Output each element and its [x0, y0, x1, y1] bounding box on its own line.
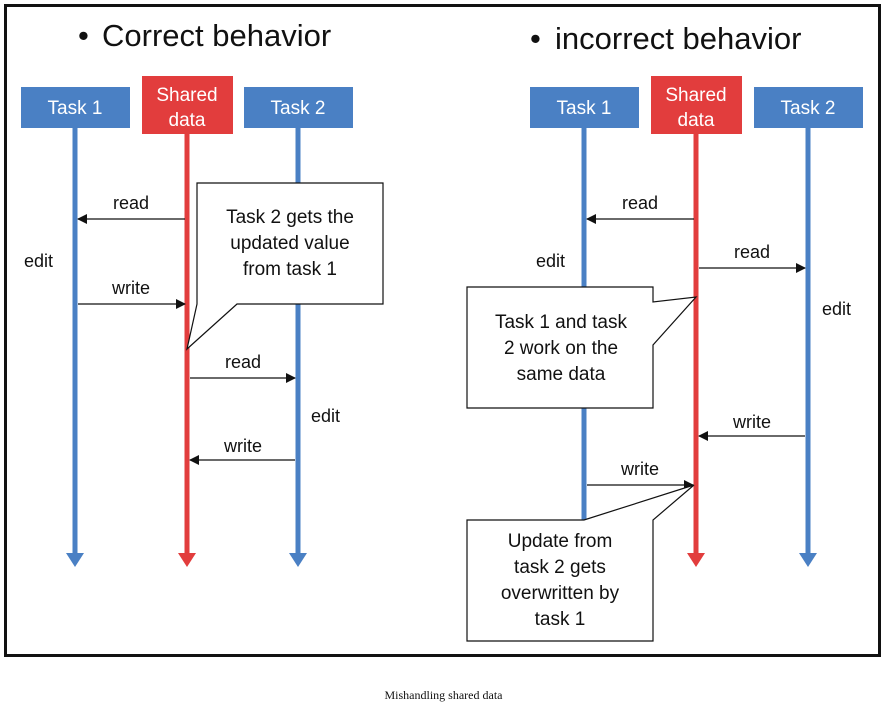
edit-label-right-1: edit [536, 251, 565, 271]
read-label-1: read [113, 193, 149, 213]
task2-lifeline-arrowhead [289, 553, 307, 567]
callout-right-1-line-1: Task 1 and task [495, 312, 628, 333]
task2-lifeline-right-arrowhead [799, 553, 817, 567]
callout-line-1: Task 2 gets the [226, 207, 354, 228]
write-label-1: write [111, 278, 150, 298]
correct-title: Correct behavior [102, 18, 331, 53]
incorrect-bullet: • [530, 21, 541, 56]
callout-right-1-line-2: 2 work on the [504, 338, 618, 359]
read-label-2: read [225, 352, 261, 372]
shared-label-line1: Shared [156, 85, 217, 106]
callout-line-2: updated value [230, 233, 349, 254]
task2-label-right: Task 2 [781, 98, 836, 119]
shared-label-right-line1: Shared [665, 85, 726, 106]
callout-right-2-line-4: task 1 [535, 609, 586, 630]
read-label-right-1: read [622, 193, 658, 213]
shared-label-line2: data [169, 110, 206, 131]
write-label-right-2: write [732, 412, 771, 432]
shared-lifeline-arrowhead [178, 553, 196, 567]
callout-right-2-line-1: Update from [508, 531, 613, 552]
task1-label-right: Task 1 [557, 98, 612, 119]
callout-right-1-line-3: same data [517, 364, 606, 385]
read-label-right-2: read [734, 242, 770, 262]
task2-label: Task 2 [271, 98, 326, 119]
task1-label: Task 1 [48, 98, 103, 119]
callout-line-3: from task 1 [243, 259, 337, 280]
shared-lifeline-right-arrowhead [687, 553, 705, 567]
incorrect-title: incorrect behavior [555, 21, 801, 56]
callout-right-2-line-3: overwritten by [501, 583, 620, 604]
diagram-canvas: • Correct behavior Task 1 Shared data Ta… [21, 18, 863, 642]
edit-label-right-2: edit [822, 299, 851, 319]
correct-bullet: • [78, 18, 89, 53]
edit-label-2: edit [311, 406, 340, 426]
write-label-2: write [223, 436, 262, 456]
edit-label-1: edit [24, 251, 53, 271]
task1-lifeline-arrowhead [66, 553, 84, 567]
write-label-right-1: write [620, 459, 659, 479]
figure-caption: Mishandling shared data [384, 688, 503, 702]
callout-right-2-line-2: task 2 gets [514, 557, 606, 578]
shared-label-right-line2: data [678, 110, 715, 131]
